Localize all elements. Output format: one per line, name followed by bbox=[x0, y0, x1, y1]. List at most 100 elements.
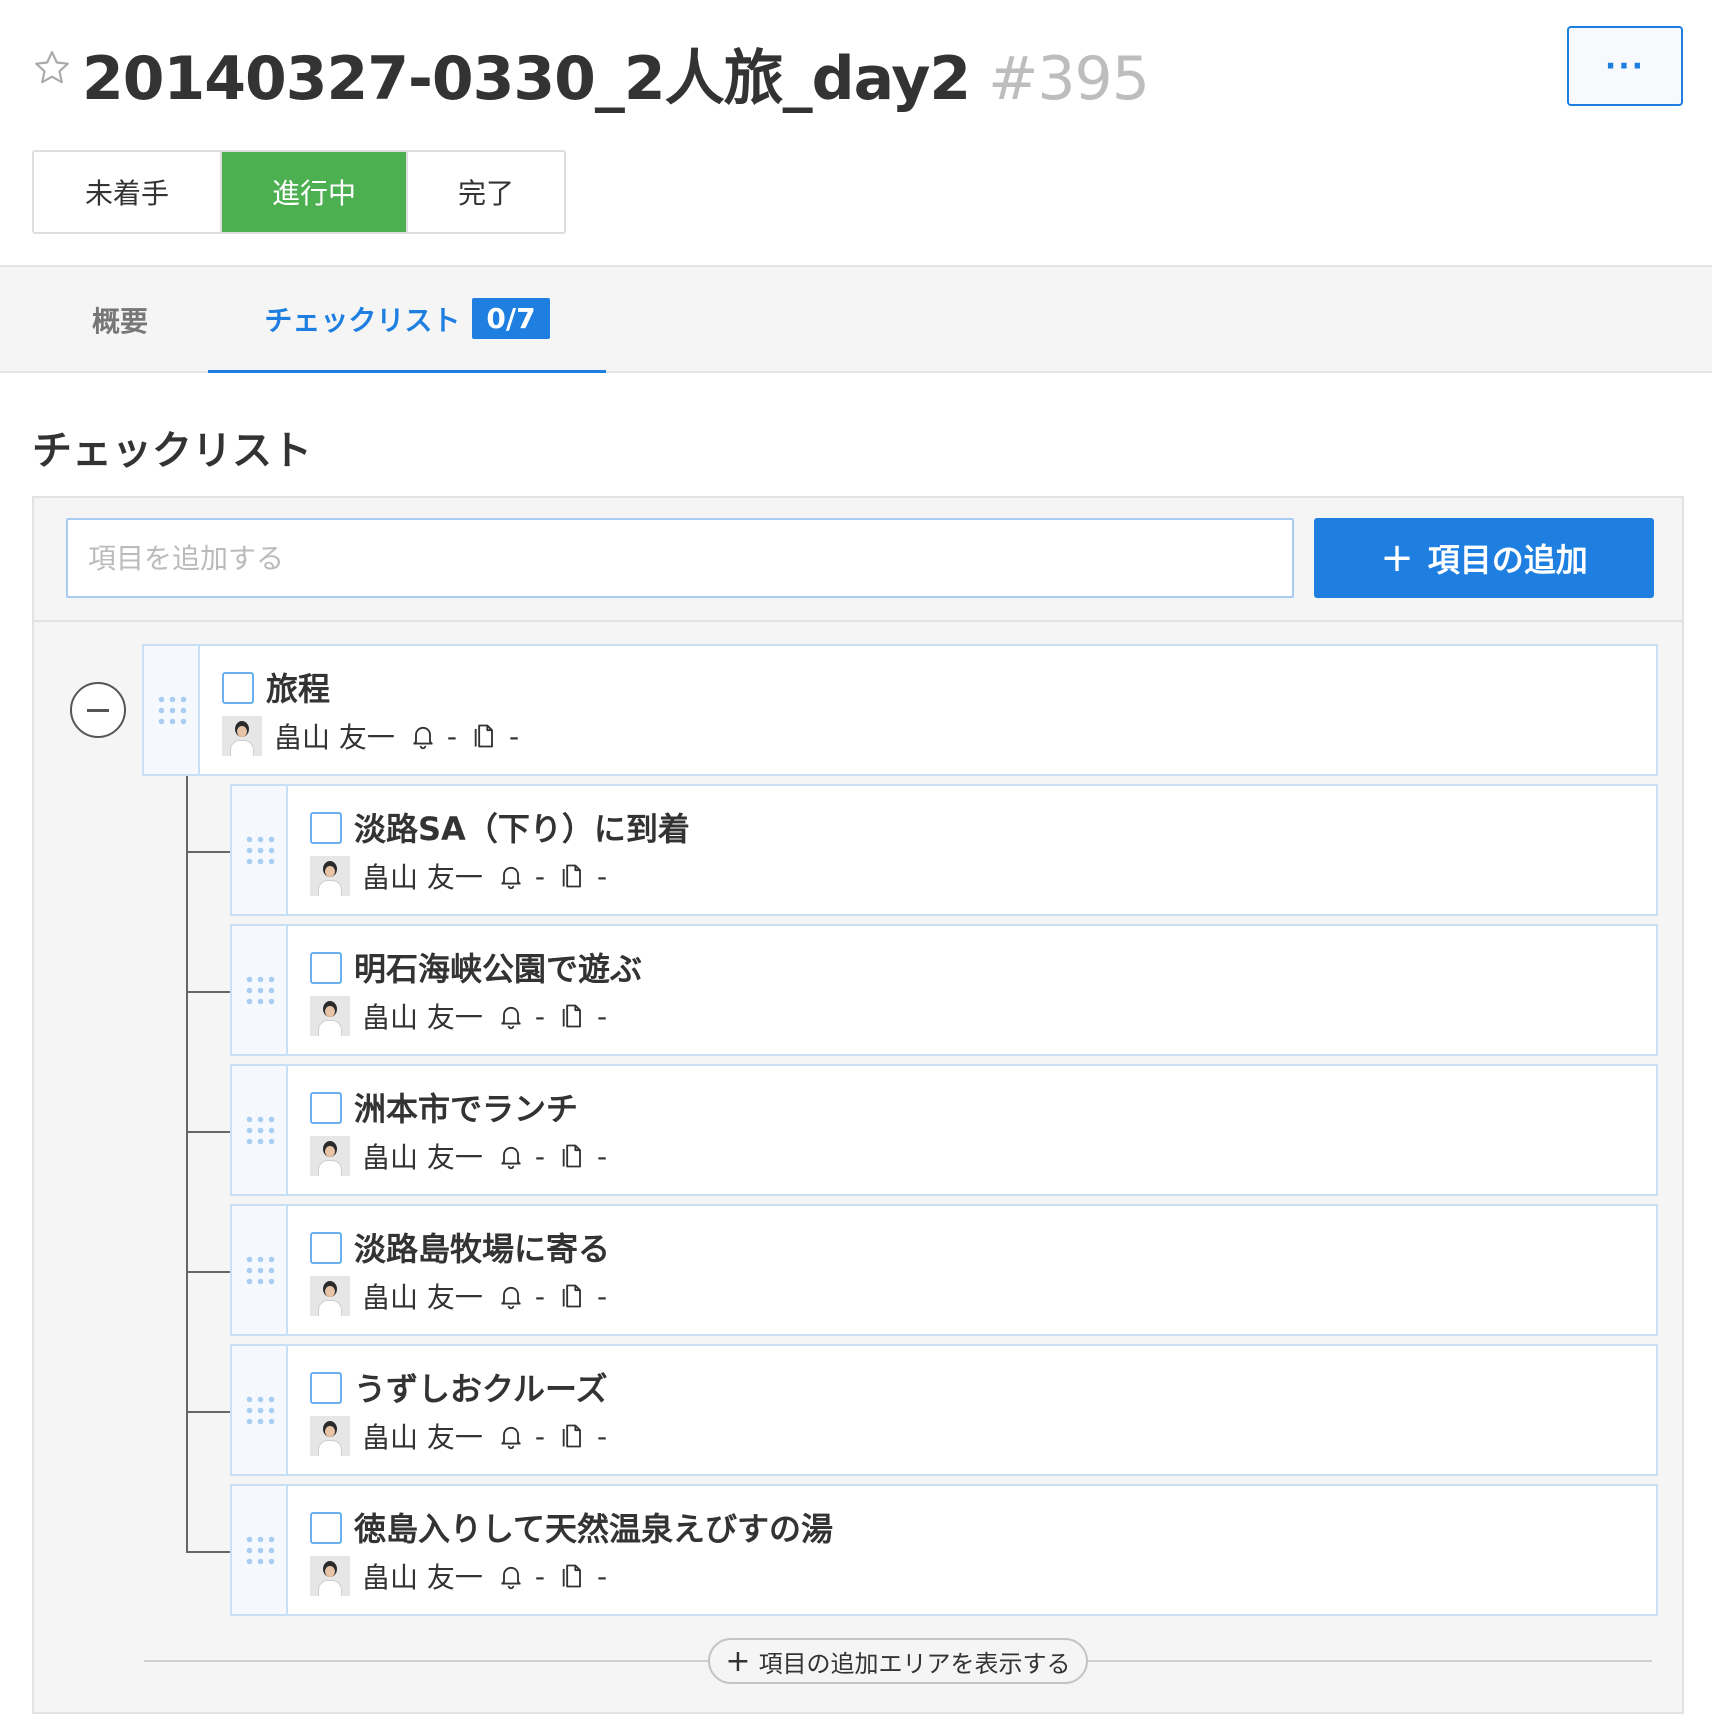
reminder-value: - bbox=[446, 719, 458, 753]
document-icon[interactable] bbox=[559, 1142, 587, 1170]
item-label[interactable]: 洲本市でランチ bbox=[354, 1084, 578, 1130]
item-checkbox[interactable] bbox=[310, 812, 342, 844]
drag-handle-icon[interactable] bbox=[144, 646, 200, 774]
assignee-name[interactable]: 畠山 友一 bbox=[362, 1556, 483, 1596]
item-checkbox[interactable] bbox=[310, 1232, 342, 1264]
checklist-item[interactable]: うずしおクルーズ 畠山 友一 - - bbox=[230, 1344, 1658, 1476]
item-meta: 畠山 友一 - - bbox=[310, 1136, 607, 1176]
attachment-value: - bbox=[597, 1419, 608, 1453]
avatar bbox=[310, 1136, 350, 1176]
drag-handle-icon[interactable] bbox=[232, 1346, 288, 1474]
document-icon[interactable] bbox=[559, 862, 587, 890]
bell-icon[interactable] bbox=[497, 1142, 525, 1170]
add-item-button-label: 項目の追加 bbox=[1427, 541, 1588, 579]
checklist-count-badge: 0/7 bbox=[472, 298, 550, 339]
avatar bbox=[310, 856, 350, 896]
checklist-item[interactable]: 淡路SA（下り）に到着 畠山 友一 - - bbox=[230, 784, 1658, 916]
item-label[interactable]: 淡路SA（下り）に到着 bbox=[354, 804, 690, 850]
plus-icon: + bbox=[1380, 535, 1414, 581]
drag-handle-icon[interactable] bbox=[232, 786, 288, 914]
attachment-value: - bbox=[597, 999, 608, 1033]
collapse-group-button[interactable] bbox=[70, 682, 126, 738]
item-meta: 畠山 友一 - - bbox=[310, 856, 607, 896]
checklist-item[interactable]: 洲本市でランチ 畠山 友一 - - bbox=[230, 1064, 1658, 1196]
avatar bbox=[310, 996, 350, 1036]
add-item-row: + 項目の追加 bbox=[34, 498, 1682, 622]
more-options-button[interactable]: ··· bbox=[1567, 26, 1683, 106]
assignee-name[interactable]: 畠山 友一 bbox=[362, 996, 483, 1036]
document-icon[interactable] bbox=[471, 722, 499, 750]
tree-branch bbox=[186, 1411, 230, 1413]
ellipsis-icon: ··· bbox=[1604, 48, 1646, 84]
document-icon[interactable] bbox=[559, 1282, 587, 1310]
assignee-name[interactable]: 畠山 友一 bbox=[362, 856, 483, 896]
bell-icon[interactable] bbox=[497, 1002, 525, 1030]
reminder-value: - bbox=[534, 999, 546, 1033]
tree-branch bbox=[186, 1551, 230, 1553]
checklist-item[interactable]: 明石海峡公園で遊ぶ 畠山 友一 - - bbox=[230, 924, 1658, 1056]
drag-handle-icon[interactable] bbox=[232, 1206, 288, 1334]
bell-icon[interactable] bbox=[409, 722, 437, 750]
bell-icon[interactable] bbox=[497, 862, 525, 890]
item-label[interactable]: うずしおクルーズ bbox=[354, 1364, 607, 1410]
document-icon[interactable] bbox=[559, 1562, 587, 1590]
reminder-value: - bbox=[534, 1419, 546, 1453]
assignee-name[interactable]: 畠山 友一 bbox=[362, 1416, 483, 1456]
checklist-item[interactable]: 淡路島牧場に寄る 畠山 友一 - - bbox=[230, 1204, 1658, 1336]
add-item-input[interactable] bbox=[66, 518, 1294, 598]
tab-checklist-label: チェックリスト bbox=[264, 303, 461, 337]
page-title-text: 20140327-0330_2人旅_day2 bbox=[82, 44, 971, 114]
drag-handle-icon[interactable] bbox=[232, 1486, 288, 1614]
item-checkbox[interactable] bbox=[310, 1092, 342, 1124]
tree-connector bbox=[186, 776, 188, 1552]
document-icon[interactable] bbox=[559, 1002, 587, 1030]
show-add-area-button[interactable]: + 項目の追加エリアを表示する bbox=[708, 1638, 1088, 1684]
item-label[interactable]: 徳島入りして天然温泉えびすの湯 bbox=[354, 1504, 833, 1550]
favorite-star-icon[interactable] bbox=[32, 48, 72, 88]
reminder-value: - bbox=[534, 859, 546, 893]
item-label[interactable]: 明石海峡公園で遊ぶ bbox=[354, 944, 642, 990]
status-not-started[interactable]: 未着手 bbox=[34, 152, 220, 232]
plus-icon: + bbox=[725, 1643, 751, 1679]
assignee-name[interactable]: 畠山 友一 bbox=[274, 716, 395, 756]
status-done[interactable]: 完了 bbox=[406, 152, 564, 232]
bell-icon[interactable] bbox=[497, 1422, 525, 1450]
avatar bbox=[222, 716, 262, 756]
tree-branch bbox=[186, 991, 230, 993]
item-meta: 畠山 友一 - - bbox=[222, 716, 519, 756]
assignee-name[interactable]: 畠山 友一 bbox=[362, 1276, 483, 1316]
item-checkbox[interactable] bbox=[310, 952, 342, 984]
drag-handle-icon[interactable] bbox=[232, 1066, 288, 1194]
attachment-value: - bbox=[509, 719, 520, 753]
tree-branch bbox=[186, 851, 230, 853]
checklist-item[interactable]: 旅程 畠山 友一 - - bbox=[142, 644, 1658, 776]
avatar bbox=[310, 1276, 350, 1316]
document-icon[interactable] bbox=[559, 1422, 587, 1450]
status-selector: 未着手 進行中 完了 bbox=[32, 150, 566, 234]
tab-checklist[interactable]: チェックリスト 0/7 bbox=[208, 267, 606, 373]
reminder-value: - bbox=[534, 1279, 546, 1313]
attachment-value: - bbox=[597, 1559, 608, 1593]
item-checkbox[interactable] bbox=[310, 1512, 342, 1544]
bell-icon[interactable] bbox=[497, 1282, 525, 1310]
item-meta: 畠山 友一 - - bbox=[310, 1556, 607, 1596]
add-item-button[interactable]: + 項目の追加 bbox=[1314, 518, 1654, 598]
tab-overview[interactable]: 概要 bbox=[50, 267, 190, 373]
assignee-name[interactable]: 畠山 友一 bbox=[362, 1136, 483, 1176]
tree-branch bbox=[186, 1271, 230, 1273]
checklist-item[interactable]: 徳島入りして天然温泉えびすの湯 畠山 友一 - - bbox=[230, 1484, 1658, 1616]
item-checkbox[interactable] bbox=[222, 672, 254, 704]
item-label[interactable]: 淡路島牧場に寄る bbox=[354, 1224, 610, 1270]
drag-handle-icon[interactable] bbox=[232, 926, 288, 1054]
status-in-progress[interactable]: 進行中 bbox=[220, 152, 406, 232]
item-meta: 畠山 友一 - - bbox=[310, 1416, 607, 1456]
show-add-area-label: 項目の追加エリアを表示する bbox=[758, 1649, 1071, 1678]
task-number: #395 bbox=[988, 44, 1150, 114]
item-checkbox[interactable] bbox=[310, 1372, 342, 1404]
attachment-value: - bbox=[597, 859, 608, 893]
item-meta: 畠山 友一 - - bbox=[310, 1276, 607, 1316]
reminder-value: - bbox=[534, 1139, 546, 1173]
attachment-value: - bbox=[597, 1279, 608, 1313]
item-label[interactable]: 旅程 bbox=[266, 664, 330, 710]
bell-icon[interactable] bbox=[497, 1562, 525, 1590]
